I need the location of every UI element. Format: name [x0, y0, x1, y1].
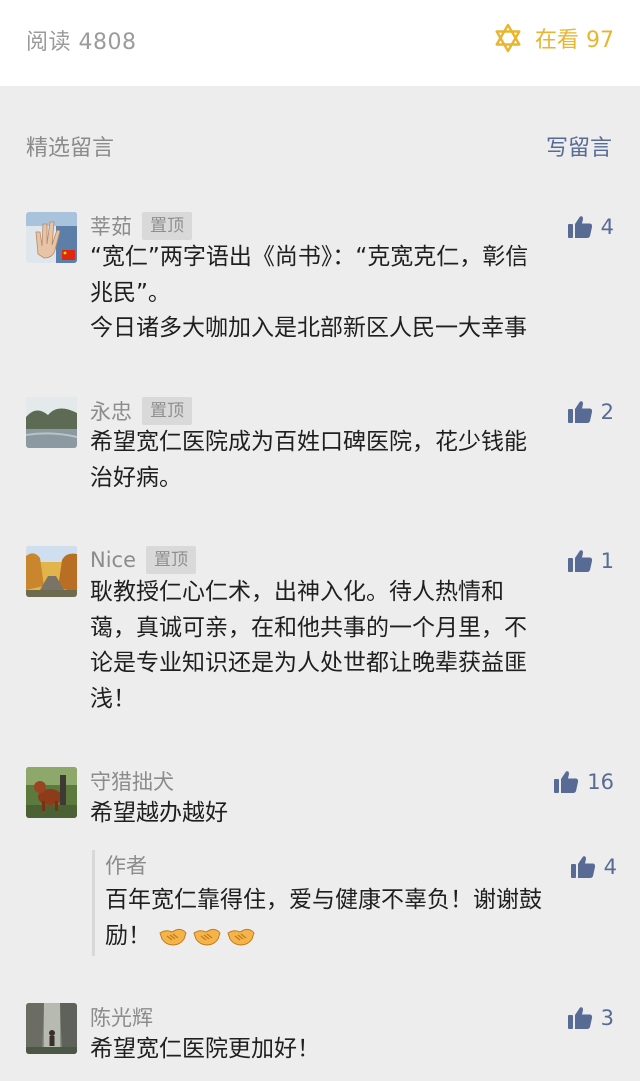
commenter-name[interactable]: Nice: [90, 548, 136, 572]
comment-line: “宽仁”两字语出《尚书》：“克宽克仁，彰信: [90, 244, 529, 270]
thumbs-up-icon: [570, 856, 595, 878]
handshake-emoji: [193, 928, 221, 946]
comment-line: 耿教授仁心仁术，出神入化。待人热情和: [90, 579, 504, 605]
comment-header: 莘茹 置顶: [90, 210, 192, 242]
like-button[interactable]: 1: [567, 546, 614, 576]
comment-header: 永忠 置顶: [90, 395, 192, 427]
avatar[interactable]: [26, 212, 77, 263]
like-count: 4: [603, 855, 617, 879]
like-count: 4: [600, 215, 614, 239]
article-stats-bar: 阅读 4808 在看 97: [0, 0, 640, 86]
like-button[interactable]: 4: [567, 212, 614, 242]
like-button[interactable]: 16: [553, 767, 614, 797]
handshake-emoji: [159, 928, 187, 946]
reply-like-button[interactable]: 4: [570, 852, 617, 882]
pinned-badge: 置顶: [146, 546, 197, 574]
like-button[interactable]: 2: [567, 397, 614, 427]
star-of-david-icon: [495, 23, 521, 53]
write-comment-link[interactable]: 写留言: [546, 130, 612, 162]
avatar[interactable]: [26, 767, 77, 818]
thumbs-up-icon: [567, 401, 592, 423]
watching-button[interactable]: 在看 97: [493, 22, 614, 54]
commenter-name[interactable]: 守猎拙犬: [90, 766, 174, 796]
comment-text: “宽仁”两字语出《尚书》：“克宽克仁，彰信 兆民”。 今日诸多大咖加入是北部新区…: [90, 240, 610, 347]
section-title: 精选留言: [26, 136, 115, 161]
thumbs-up-icon: [554, 771, 579, 793]
comment-text: 耿教授仁心仁术，出神入化。待人热情和 蔼，真诚可亲，在和他共事的一个月里，不 论…: [90, 575, 610, 717]
thumbs-up-icon: [567, 1007, 592, 1029]
reply-line: 励！: [105, 919, 615, 955]
comment-header: 陈光辉: [90, 1001, 153, 1033]
reply-line: 百年宽仁靠得住，爱与健康不辜负！谢谢鼓: [105, 887, 542, 913]
comment-line: 兆民”。: [90, 279, 171, 306]
like-count: 16: [587, 770, 614, 794]
reply-text: 百年宽仁靠得住，爱与健康不辜负！谢谢鼓 励！: [105, 883, 615, 954]
author-reply: 作者 4 百年宽仁靠得住，爱与健康不辜负！谢谢鼓 励！: [92, 850, 617, 956]
comment-line: 浅！: [90, 685, 136, 712]
thumbs-up-icon: [567, 550, 592, 572]
comment-line: 治好病。: [90, 464, 182, 491]
comment-text: 希望越办越好: [90, 796, 610, 832]
pinned-badge: 置顶: [142, 397, 192, 425]
read-count: 阅读 4808: [26, 30, 137, 55]
comment-text: 希望宽仁医院成为百姓口碑医院，花少钱能 治好病。: [90, 425, 610, 496]
avatar[interactable]: [26, 397, 77, 448]
comment-line: 今日诸多大咖加入是北部新区人民一大幸事: [90, 315, 527, 341]
reply-author-name: 作者: [105, 854, 147, 878]
thumbs-up-icon: [567, 216, 592, 238]
like-count: 3: [600, 1006, 614, 1030]
like-button[interactable]: 3: [567, 1003, 614, 1033]
watching-label: 在看 97: [535, 28, 614, 53]
comment-line: 论是专业知识还是为人处世都让晚辈获益匪: [90, 650, 527, 676]
reply-line-text: 励！: [105, 922, 151, 949]
comments-section-header: 精选留言 写留言: [0, 130, 640, 166]
pinned-badge: 置顶: [142, 212, 192, 240]
like-count: 1: [600, 549, 614, 573]
like-count: 2: [600, 400, 614, 424]
commenter-name[interactable]: 陈光辉: [90, 1002, 153, 1032]
handshake-emoji: [227, 928, 255, 946]
comment-header: Nice 置顶: [90, 544, 197, 576]
comment-line: 蔼，真诚可亲，在和他共事的一个月里，不: [90, 614, 527, 641]
comment-header: 守猎拙犬: [90, 765, 174, 797]
commenter-name[interactable]: 永忠: [90, 396, 132, 426]
comment-line: 希望宽仁医院更加好！: [90, 1036, 320, 1062]
avatar[interactable]: [26, 1003, 77, 1054]
comment-text: 希望宽仁医院更加好！: [90, 1032, 610, 1068]
comment-line: 希望宽仁医院成为百姓口碑医院，花少钱能: [90, 429, 527, 455]
commenter-name[interactable]: 莘茹: [90, 211, 132, 241]
avatar[interactable]: [26, 546, 77, 597]
comment-line: 希望越办越好: [90, 800, 228, 826]
